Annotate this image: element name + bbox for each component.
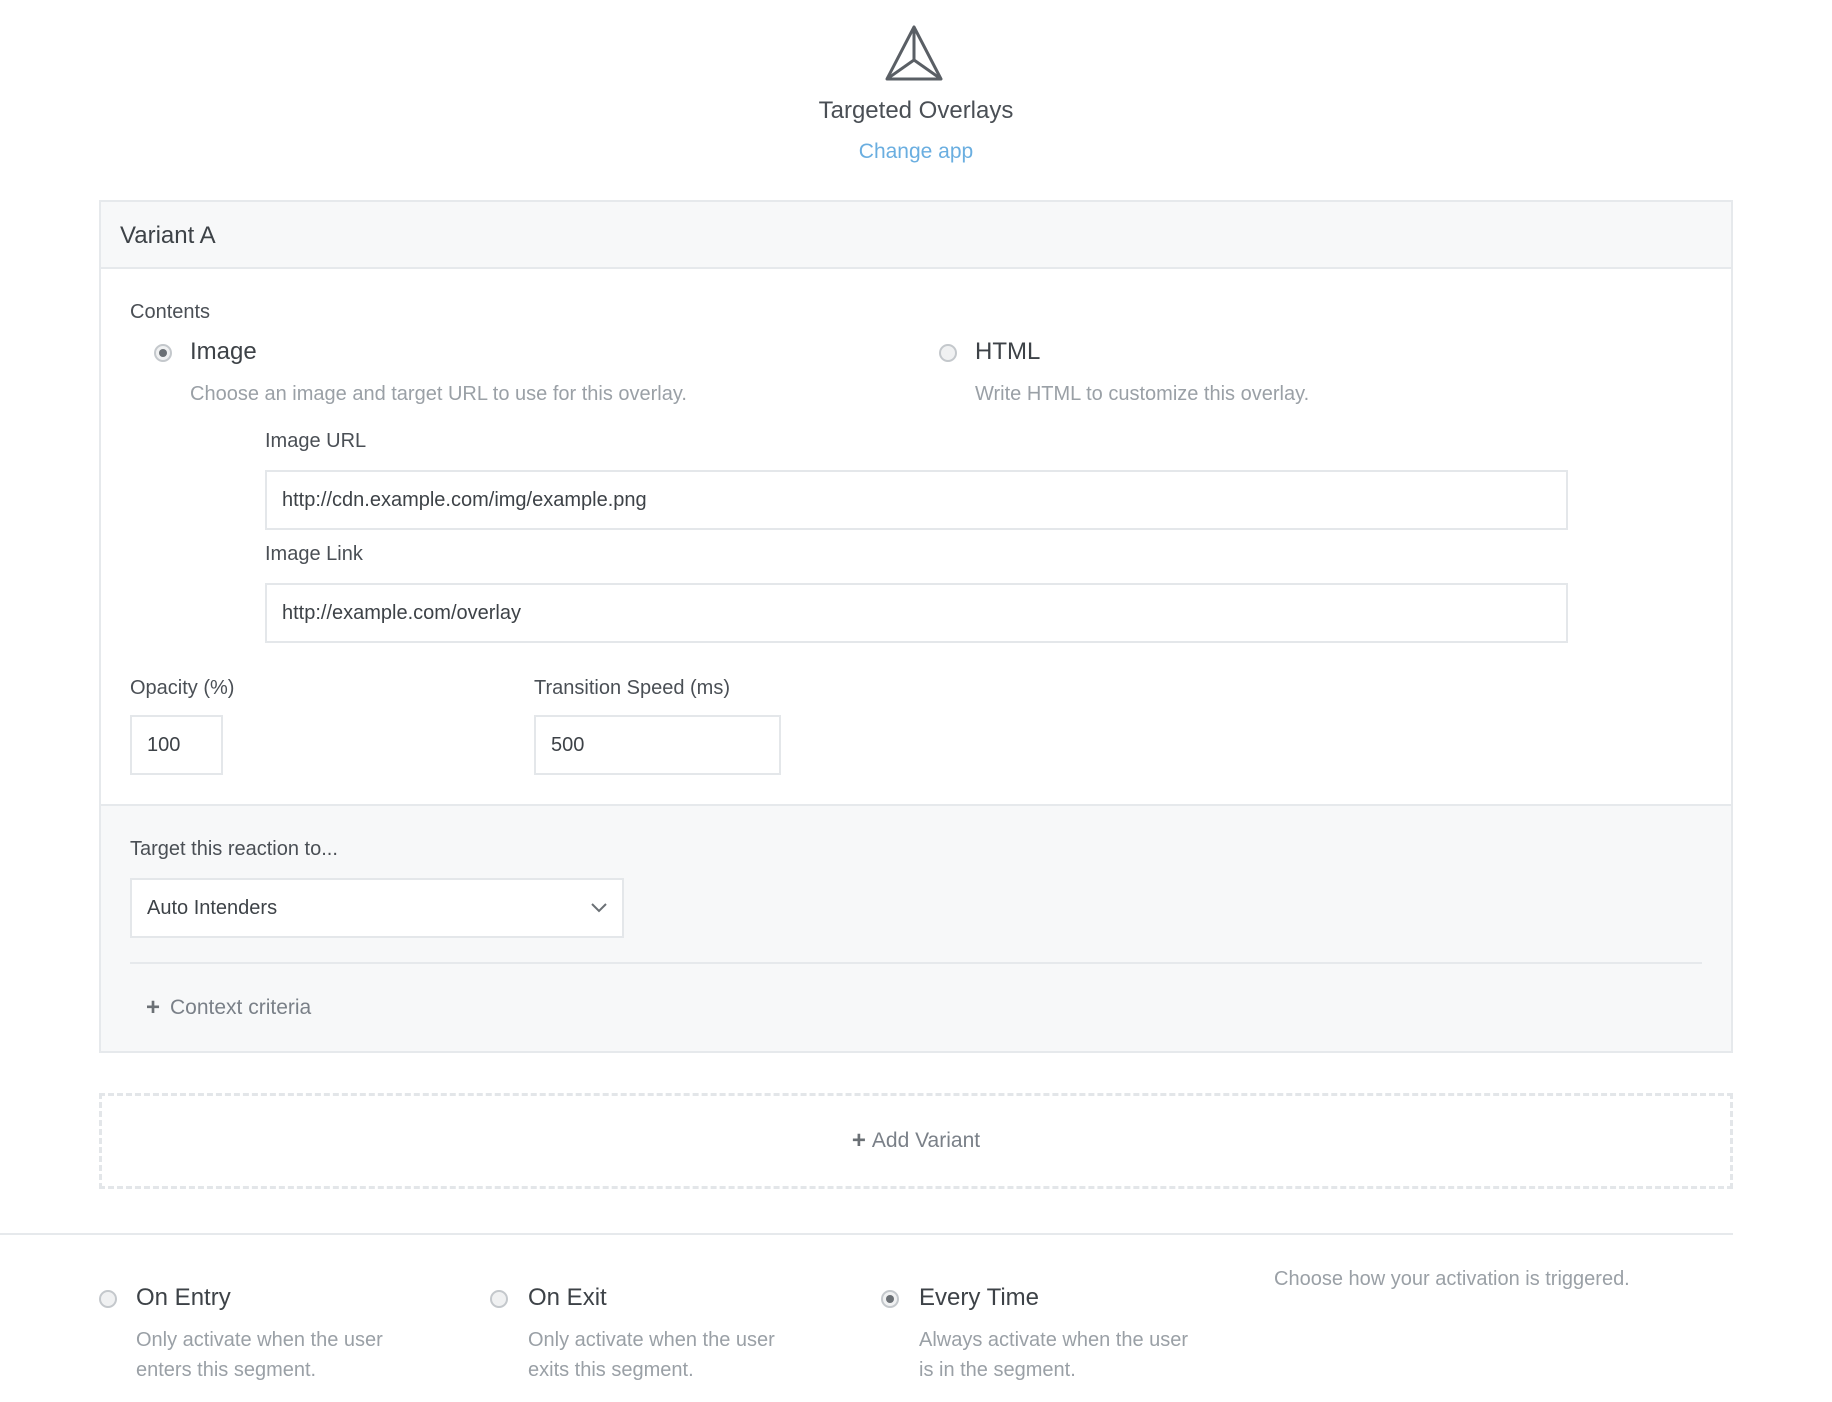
on-exit-title: On Exit (528, 1284, 607, 1311)
plus-icon: + (146, 994, 161, 1021)
target-segment-value: Auto Intenders (147, 896, 278, 919)
on-exit-description: Only activate when the user exits this s… (528, 1329, 775, 1381)
opacity-label: Opacity (%) (130, 677, 235, 699)
chevron-down-icon (591, 903, 607, 913)
plus-icon: + (851, 1127, 866, 1154)
on-exit-radio[interactable] (490, 1290, 508, 1308)
activation-help-text: Choose how your activation is triggered. (1274, 1268, 1630, 1290)
target-segment-select[interactable]: Auto Intenders (130, 878, 624, 938)
opacity-input[interactable]: 100 (130, 715, 223, 775)
context-criteria-label: Context criteria (170, 996, 312, 1019)
image-link-input[interactable]: http://example.com/overlay (265, 583, 1568, 643)
transition-speed-input[interactable]: 500 (534, 715, 781, 775)
image-url-label: Image URL (265, 430, 367, 452)
image-radio[interactable] (154, 344, 172, 362)
contents-label: Contents (130, 301, 211, 323)
variant-header: Variant A (101, 202, 1731, 269)
image-url-input[interactable]: http://cdn.example.com/img/example.png (265, 470, 1568, 530)
target-divider (130, 962, 1702, 964)
section-divider (0, 1233, 1733, 1235)
every-time-description: Always activate when the user is in the … (919, 1329, 1189, 1381)
transition-speed-label: Transition Speed (ms) (534, 677, 730, 699)
variant-panel: Variant A Contents Image Choose an image… (99, 200, 1733, 1053)
image-link-label: Image Link (265, 543, 363, 565)
on-entry-title: On Entry (136, 1284, 231, 1311)
add-variant-label: Add Variant (871, 1129, 981, 1152)
image-option-title: Image (190, 338, 257, 365)
target-label: Target this reaction to... (130, 838, 338, 860)
html-radio[interactable] (939, 344, 957, 362)
variant-title: Variant A (120, 222, 216, 249)
on-entry-radio[interactable] (99, 1290, 117, 1308)
every-time-title: Every Time (919, 1284, 1040, 1311)
html-option-title: HTML (975, 338, 1041, 365)
app-title: Targeted Overlays (818, 97, 1014, 124)
change-app-link[interactable]: Change app (0, 140, 1832, 164)
image-option-description: Choose an image and target URL to use fo… (190, 383, 687, 405)
every-time-radio[interactable] (881, 1290, 899, 1308)
on-entry-description: Only activate when the user enters this … (136, 1329, 383, 1381)
target-section: Target this reaction to... Auto Intender… (101, 804, 1731, 1051)
prism-triangle-icon (885, 25, 943, 81)
html-option-description: Write HTML to customize this overlay. (975, 383, 1310, 405)
context-criteria-button[interactable]: + Context criteria (146, 994, 311, 1022)
add-variant-button[interactable]: + Add Variant (99, 1093, 1733, 1189)
